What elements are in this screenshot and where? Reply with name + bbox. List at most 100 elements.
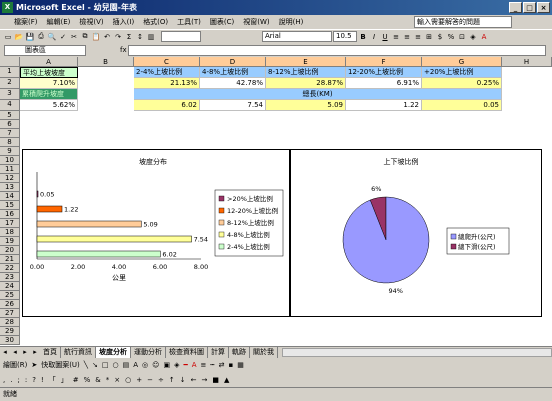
semicolon-icon[interactable]: ;	[17, 376, 19, 384]
tab-check-chart[interactable]: 檢查資料圖	[166, 346, 208, 358]
print-icon[interactable]: ⎙	[36, 32, 46, 42]
rectangle-icon[interactable]: □	[102, 361, 109, 369]
cell-f4[interactable]: 1.22	[346, 100, 422, 111]
circle-sym-icon[interactable]: ○	[125, 376, 131, 384]
cell-d2[interactable]: 42.78%	[200, 78, 266, 89]
line-icon[interactable]: ╲	[84, 361, 88, 369]
menu-help[interactable]: 說明(H)	[279, 17, 304, 27]
oval-icon[interactable]: ○	[113, 361, 119, 369]
undo-icon[interactable]: ↶	[102, 32, 112, 42]
tab-about[interactable]: 關於我	[250, 346, 278, 358]
minimize-button[interactable]: _	[509, 2, 522, 13]
bracket-close-icon[interactable]: 」	[61, 375, 68, 385]
row-header[interactable]: 4	[0, 100, 20, 111]
hash-icon[interactable]: #	[73, 376, 79, 384]
row-header[interactable]: 17	[0, 219, 20, 228]
textbox-icon[interactable]: ▤	[123, 361, 130, 369]
align-right-icon[interactable]: ≡	[413, 32, 423, 42]
row-header[interactable]: 5	[0, 111, 20, 120]
font-size-select[interactable]: 10.5	[333, 31, 357, 42]
wordart-icon[interactable]: A	[133, 361, 138, 369]
period-icon[interactable]: .	[10, 376, 12, 384]
triangle-icon[interactable]: ▲	[224, 376, 229, 384]
col-header-g[interactable]: G	[422, 57, 502, 67]
fx-icon[interactable]: fx	[120, 46, 127, 54]
cell-g2[interactable]: 0.25%	[422, 78, 502, 89]
comma-icon[interactable]: ,	[3, 376, 5, 384]
help-search-input[interactable]: 輸入需要解答的問題	[414, 16, 512, 28]
zoom-select[interactable]	[161, 31, 201, 42]
name-box[interactable]: 圖表區	[4, 44, 86, 56]
align-center-icon[interactable]: ≡	[402, 32, 412, 42]
autosum-icon[interactable]: Σ	[124, 32, 134, 42]
currency-icon[interactable]: $	[435, 32, 445, 42]
menu-window[interactable]: 視窗(W)	[243, 17, 269, 27]
cell-d4[interactable]: 7.54	[200, 100, 266, 111]
draw-menu[interactable]: 繪圖(R)	[3, 360, 27, 370]
tab-slope-analysis[interactable]: 坡度分析	[96, 346, 131, 358]
row-header[interactable]: 2	[0, 78, 20, 89]
cell-f1[interactable]: 12-20%上坡比例	[346, 67, 422, 78]
row-header[interactable]: 11	[0, 165, 20, 174]
line-style-icon[interactable]: ≡	[201, 361, 207, 369]
down-arrow-icon[interactable]: ↓	[180, 376, 186, 384]
cell-c2[interactable]: 21.13%	[134, 78, 200, 89]
paste-icon[interactable]: 📋	[91, 32, 101, 42]
open-icon[interactable]: 📂	[14, 32, 24, 42]
borders-icon[interactable]: ⊡	[457, 32, 467, 42]
menu-file[interactable]: 檔案(F)	[14, 17, 38, 27]
fill-icon[interactable]: ◈	[174, 361, 179, 369]
cell-f2[interactable]: 6.91%	[346, 78, 422, 89]
square-sym-icon[interactable]: ■	[212, 376, 219, 384]
menu-view[interactable]: 檢視(V)	[79, 17, 103, 27]
menu-format[interactable]: 格式(O)	[143, 17, 168, 27]
row-header[interactable]: 16	[0, 210, 20, 219]
new-icon[interactable]: ▭	[3, 32, 13, 42]
italic-icon[interactable]: I	[369, 32, 379, 42]
divide-icon[interactable]: ÷	[158, 376, 164, 384]
exclaim-icon[interactable]: !	[41, 376, 44, 384]
fill-color-icon[interactable]: ◈	[468, 32, 478, 42]
spreadsheet-grid[interactable]: A B C D E F G H 1 2 3 4 5 6 7 8 9 10 11 12 13 14 15 16 1…	[0, 57, 552, 346]
align-left-icon[interactable]: ≡	[391, 32, 401, 42]
dash-style-icon[interactable]: ┅	[210, 361, 214, 369]
copy-icon[interactable]: ⧉	[80, 32, 90, 42]
first-sheet-icon[interactable]: ◂	[0, 348, 10, 356]
cell-a1[interactable]: 平均上坡坡度	[20, 67, 78, 78]
row-header[interactable]: 23	[0, 273, 20, 282]
cell-g1[interactable]: +20%上坡比例	[422, 67, 502, 78]
tab-home[interactable]: 首頁	[40, 346, 61, 358]
tab-exercise[interactable]: 運動分析	[131, 346, 166, 358]
autoshapes-menu[interactable]: 快取圖案(U)	[41, 360, 80, 370]
row-header[interactable]: 21	[0, 255, 20, 264]
menu-edit[interactable]: 編輯(E)	[47, 17, 71, 27]
clipart-icon[interactable]: ☺	[152, 361, 159, 369]
cell-c3-merged[interactable]: 總長(KM)	[134, 89, 502, 100]
tab-nav-info[interactable]: 航行資訊	[61, 346, 96, 358]
right-arrow-icon[interactable]: →	[201, 376, 207, 384]
row-header[interactable]: 15	[0, 201, 20, 210]
col-header-a[interactable]: A	[20, 57, 78, 67]
col-header-b[interactable]: B	[78, 57, 134, 67]
col-header-e[interactable]: E	[266, 57, 346, 67]
plus-icon[interactable]: +	[136, 376, 142, 384]
row-header[interactable]: 26	[0, 300, 20, 309]
row-header[interactable]: 3	[0, 89, 20, 100]
menu-insert[interactable]: 插入(I)	[113, 17, 135, 27]
row-header[interactable]: 6	[0, 120, 20, 129]
formula-input[interactable]	[128, 45, 546, 56]
row-header[interactable]: 18	[0, 228, 20, 237]
cell-a3[interactable]: 累積爬升坡度	[20, 89, 78, 100]
row-header[interactable]: 10	[0, 156, 20, 165]
3d-icon[interactable]: ▦	[237, 361, 244, 369]
shadow-icon[interactable]: ▪	[228, 361, 233, 369]
row-header[interactable]: 22	[0, 264, 20, 273]
select-arrow-icon[interactable]: ➤	[31, 361, 37, 369]
spelling-icon[interactable]: ✓	[58, 32, 68, 42]
col-header-f[interactable]: F	[346, 57, 422, 67]
bold-icon[interactable]: B	[358, 32, 368, 42]
minus-icon[interactable]: −	[147, 376, 153, 384]
line-color-icon[interactable]: ━	[183, 361, 187, 369]
last-sheet-icon[interactable]: ▸	[30, 348, 40, 356]
diagram-icon[interactable]: ◎	[142, 361, 148, 369]
